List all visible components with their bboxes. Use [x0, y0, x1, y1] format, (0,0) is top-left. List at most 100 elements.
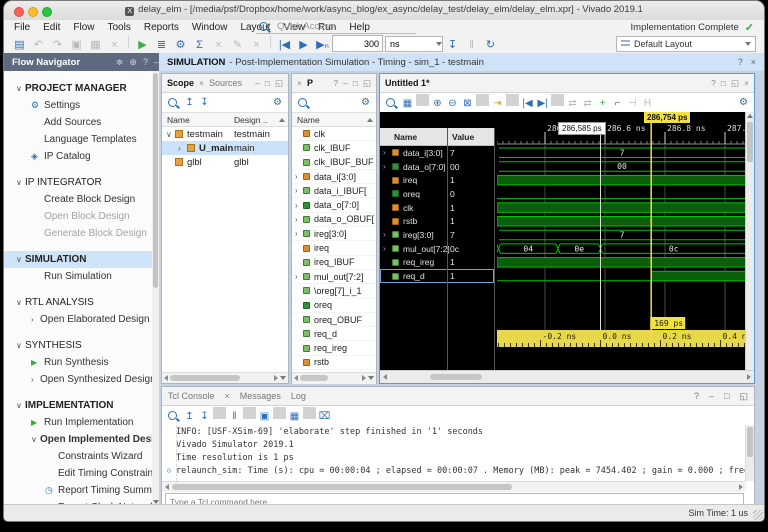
expand-chevron-icon[interactable]: › — [295, 201, 303, 210]
scroll-left-icon[interactable] — [294, 375, 298, 381]
sum-icon[interactable]: Σ — [192, 37, 207, 53]
breakpoint-icon[interactable]: × — [211, 37, 226, 53]
wave-vscrollbar[interactable] — [745, 112, 754, 371]
float-icon[interactable]: ◱ — [739, 391, 748, 402]
search-icon[interactable] — [298, 98, 307, 107]
scope-row[interactable]: glbl glbl — [162, 155, 288, 169]
minimize-icon[interactable]: – — [709, 391, 714, 401]
sidebar-item[interactable]: › Open Synthesized Design — [4, 371, 152, 388]
scroll-right-icon[interactable] — [274, 375, 278, 381]
sep[interactable] — [128, 35, 129, 48]
quick-access-search[interactable]: Quick Access — [256, 20, 416, 34]
expand-all-icon[interactable]: ↧ — [198, 95, 211, 111]
tab-messages[interactable]: Messages — [240, 391, 281, 401]
run-simulation-icon[interactable]: ▶ — [135, 37, 150, 53]
menu-window[interactable]: Window — [192, 22, 228, 33]
collapse-all-icon[interactable]: ↥ — [183, 95, 196, 111]
next-transition-icon[interactable]: ▶| — [536, 96, 549, 112]
marker-time-label[interactable]: 286,585 ps — [558, 122, 606, 135]
gear-icon[interactable]: ⚙ — [737, 95, 750, 111]
scroll-left-icon[interactable] — [164, 375, 168, 381]
goto-time-icon[interactable]: ⇥ — [491, 96, 504, 112]
word-wrap-icon[interactable]: ▦ — [288, 409, 301, 425]
signal-object-row[interactable]: › ireg[3:0] — [292, 227, 376, 242]
sidebar-item[interactable]: Run Simulation — [4, 268, 152, 285]
sidebar-item[interactable]: › Open Elaborated Design — [4, 311, 152, 328]
sep[interactable] — [506, 94, 519, 106]
expand-chevron-icon[interactable]: › — [295, 215, 303, 224]
sidebar-item[interactable]: ∨ PROJECT MANAGER — [4, 80, 152, 97]
sep[interactable] — [416, 94, 429, 106]
column-divider[interactable] — [447, 128, 448, 383]
wave-signal-row[interactable]: › data_i[3:0] 7 — [380, 146, 494, 160]
menu-flow[interactable]: Flow — [73, 22, 94, 33]
scope-row[interactable]: › U_main main — [162, 141, 288, 155]
signal-object-row[interactable]: clk — [292, 127, 376, 142]
float-icon[interactable]: ◱ — [731, 78, 739, 89]
signal-object-row[interactable]: oreq — [292, 299, 376, 313]
reorder-icon[interactable]: ⇄ — [581, 96, 594, 112]
cursor-time-label[interactable]: 286,754 ps — [644, 112, 691, 123]
wave-signal-row[interactable]: req_ireg 1 — [380, 256, 494, 270]
signal-object-row[interactable]: clk_IBUF_BUF — [292, 156, 376, 170]
snap-icon[interactable]: H — [641, 96, 654, 112]
signal-object-row[interactable]: oreq_OBUF — [292, 313, 376, 328]
maximize-icon[interactable]: □ — [353, 78, 358, 88]
sidebar-item[interactable]: Edit Timing Constraints — [4, 465, 152, 482]
expand-chevron-icon[interactable]: › — [295, 172, 303, 181]
signal-object-row[interactable]: › data_i_IBUF[ — [292, 184, 376, 199]
scroll-down-icon[interactable] — [280, 376, 286, 380]
settings-icon[interactable]: ⚙ — [173, 37, 188, 53]
add-marker-icon[interactable]: + — [596, 96, 609, 112]
close-tab-icon[interactable]: × — [297, 78, 302, 88]
zoom-fit-icon[interactable]: ⊠ — [461, 96, 474, 112]
expand-all-icon[interactable]: ↧ — [198, 409, 211, 425]
sidebar-item[interactable]: Constraints Wizard — [4, 448, 152, 465]
scroll-right-icon[interactable] — [747, 374, 751, 380]
menu-reports[interactable]: Reports — [144, 22, 179, 33]
column-name[interactable]: Name — [297, 115, 320, 125]
help-icon[interactable]: ? — [694, 391, 699, 401]
sidebar-item[interactable]: ∨ SYNTHESIS — [4, 337, 152, 354]
clear-console-icon[interactable]: ⌧ — [318, 409, 331, 425]
scope-row[interactable]: ∨ testmain testmain — [162, 127, 288, 141]
remove-marker-icon[interactable]: ⊣ — [626, 96, 639, 112]
wave-signal-row[interactable]: › data_o[7:0] 00 — [380, 160, 494, 174]
expand-chevron-icon[interactable]: › — [295, 272, 303, 281]
close-icon[interactable]: × — [751, 57, 756, 67]
signal-object-row[interactable]: req_ireg — [292, 341, 376, 356]
signal-object-row[interactable]: \oreg[7]_i_1 — [292, 284, 376, 299]
paste-icon[interactable]: ▦ — [88, 37, 103, 53]
gear-icon[interactable]: ⚙ — [271, 95, 284, 111]
sidebar-item[interactable]: Language Templates — [4, 131, 152, 148]
waveform-title[interactable]: Untitled 1* — [385, 78, 430, 88]
minimize-icon[interactable]: – — [343, 78, 348, 88]
goto-marker-icon[interactable]: ⌐ — [611, 96, 624, 112]
sep[interactable] — [551, 94, 564, 106]
sidebar-item[interactable]: ∨ SIMULATION — [4, 251, 152, 268]
console-hscrollbar[interactable] — [162, 481, 746, 492]
pause-icon[interactable]: ‖ — [464, 37, 479, 53]
minimize-icon[interactable]: – — [255, 78, 260, 88]
scroll-right-icon[interactable] — [362, 375, 366, 381]
undo-icon[interactable]: ↶ — [31, 37, 46, 53]
column-value[interactable]: Value — [452, 132, 474, 142]
signal-object-row[interactable]: › mul_out[7:2] — [292, 270, 376, 285]
tab-log[interactable]: Log — [291, 391, 306, 401]
wave-signal-row[interactable]: › ireg[3:0] 7 — [380, 228, 494, 242]
collapse-toggle-icon[interactable]: ⊝ — [162, 466, 176, 475]
sidebar-item[interactable]: ⚙ Settings — [4, 97, 152, 114]
sidebar-item[interactable]: ∨ IMPLEMENTATION — [4, 397, 152, 414]
maximize-icon[interactable]: □ — [265, 78, 270, 88]
sidebar-item[interactable]: Add Sources — [4, 114, 152, 131]
sep[interactable] — [243, 407, 256, 419]
sidebar-scrollbar[interactable] — [152, 71, 159, 505]
tab-scope[interactable]: Scope — [167, 78, 194, 88]
tab-objects-truncated[interactable]: P — [307, 78, 313, 88]
help-icon[interactable]: ? — [738, 57, 743, 67]
resize-grip[interactable] — [753, 510, 763, 520]
collapse-all-icon[interactable]: ⊕ — [129, 57, 137, 67]
signal-object-row[interactable]: ireq_IBUF — [292, 256, 376, 270]
close-tab-icon[interactable]: × — [225, 391, 230, 401]
sep[interactable] — [273, 407, 286, 419]
